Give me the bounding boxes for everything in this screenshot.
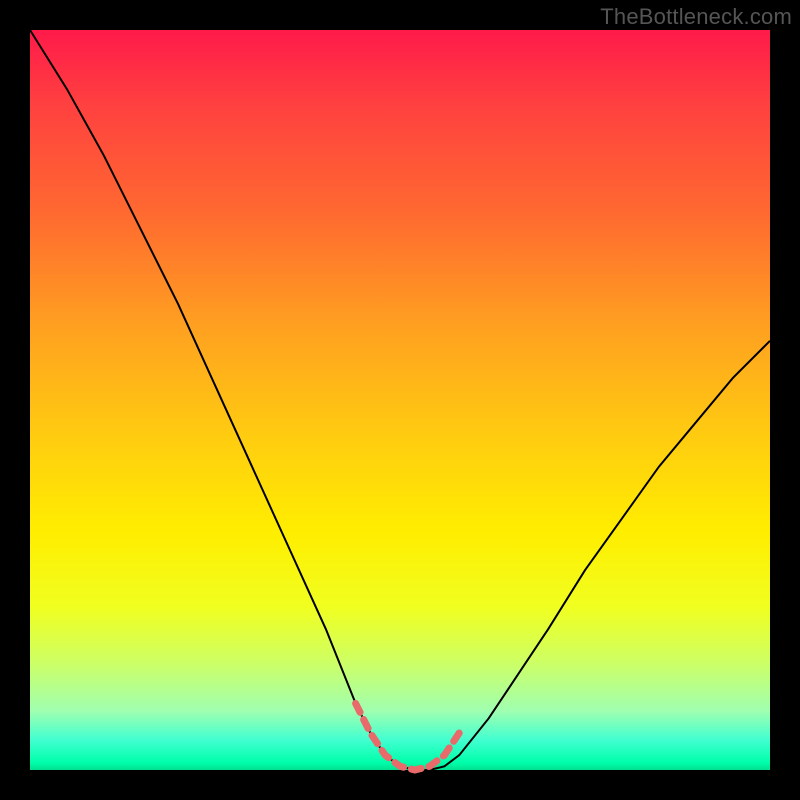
curve-svg xyxy=(30,30,770,770)
optimal-range-highlight xyxy=(356,703,460,770)
watermark-text: TheBottleneck.com xyxy=(600,4,792,30)
bottleneck-curve xyxy=(30,30,770,770)
